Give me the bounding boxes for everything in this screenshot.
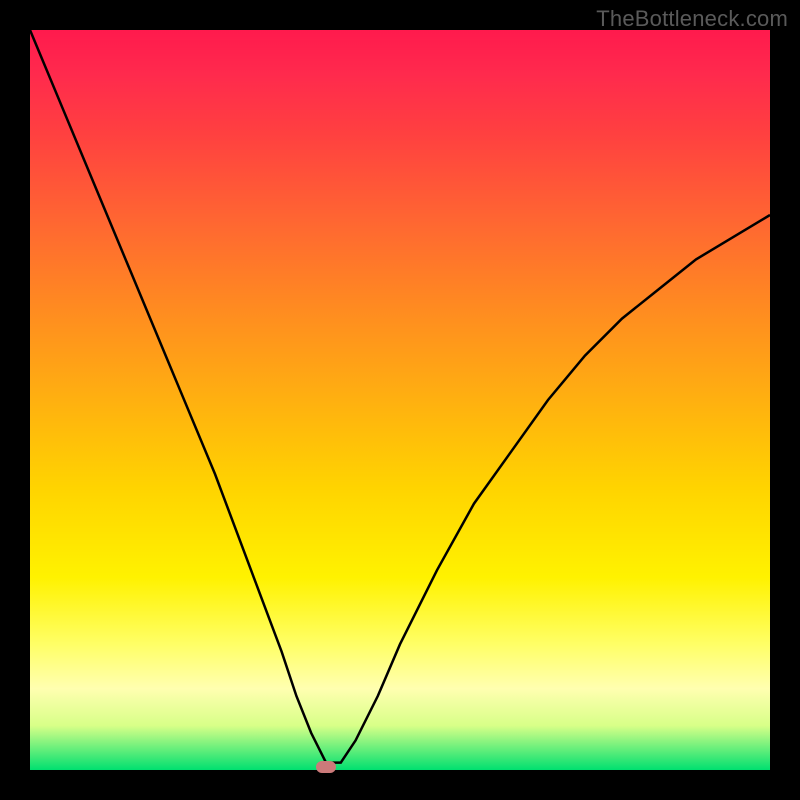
- plot-area: [30, 30, 770, 770]
- optimum-marker: [316, 761, 336, 773]
- watermark: TheBottleneck.com: [596, 6, 788, 32]
- bottleneck-curve: [30, 30, 770, 770]
